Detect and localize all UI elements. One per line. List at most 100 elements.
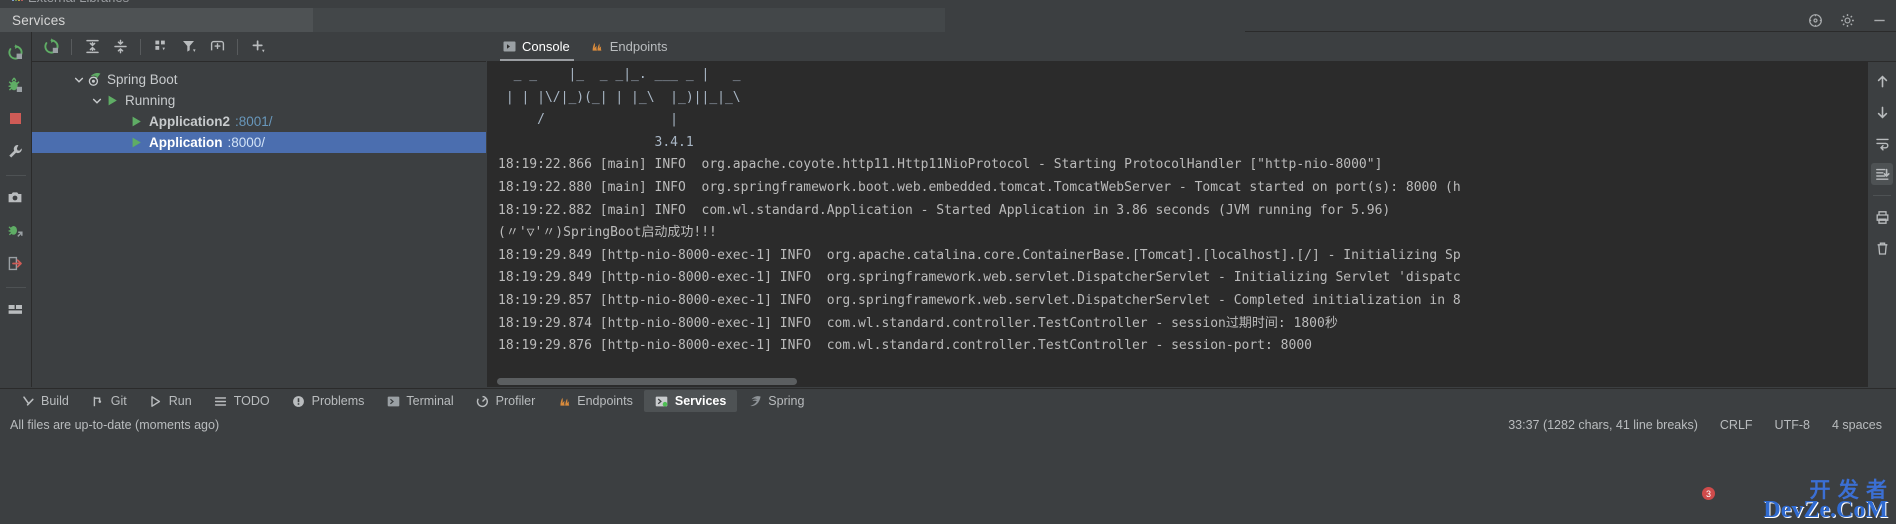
endpoints-icon xyxy=(590,40,604,54)
log-line: 18:19:29.876 [http-nio-8000-exec-1] INFO… xyxy=(498,338,1312,354)
tool-window-build[interactable]: Build xyxy=(10,390,80,412)
tool-window-label: Services xyxy=(674,394,727,408)
rail-divider xyxy=(5,175,26,176)
watermark: 开 发 者 DevZe.CoM 3 xyxy=(1702,474,1890,523)
gutter-divider xyxy=(1873,195,1891,196)
scroll-to-end-icon[interactable] xyxy=(1871,163,1893,185)
stop-icon[interactable] xyxy=(5,107,27,129)
scrollbar-thumb[interactable] xyxy=(497,378,797,385)
spring-banner-line: _ _ |_ _ _|_. ___ _ | _ xyxy=(498,67,749,82)
log-line: 18:19:22.880 [main] INFO org.springframe… xyxy=(498,179,1461,195)
tree-node-label: Spring Boot xyxy=(107,72,178,87)
tool-window-tab-services[interactable]: Services xyxy=(0,8,313,32)
settings-gear-icon[interactable] xyxy=(1838,11,1856,29)
filter-icon[interactable] xyxy=(176,35,202,59)
console-output[interactable]: _ _ |_ _ _|_. ___ _ | _ | | |\/|_)(_| | … xyxy=(487,62,1896,387)
tab-endpoints[interactable]: Endpoints xyxy=(584,32,682,61)
tool-window-endpoints[interactable]: Endpoints xyxy=(546,390,644,412)
tool-window-title: Services xyxy=(12,12,66,28)
tree-node-spring-boot[interactable]: Spring Boot xyxy=(32,69,486,90)
tree-node-application2[interactable]: Application2 :8001/ xyxy=(32,111,486,132)
tree-node-label: Application2 xyxy=(149,114,231,129)
tree-node-port-link[interactable]: :8000/ xyxy=(228,135,266,150)
tool-window-services[interactable]: Services xyxy=(643,390,738,412)
tool-window-label: Endpoints xyxy=(577,394,633,408)
tab-label: Endpoints xyxy=(609,39,668,54)
scroll-down-icon[interactable] xyxy=(1871,101,1893,123)
ide-window: External Libraries Services xyxy=(0,0,1896,524)
status-bar: All files are up-to-date (moments ago) 3… xyxy=(0,413,1896,437)
soft-wrap-icon[interactable] xyxy=(1871,132,1893,154)
tree-node-application[interactable]: Application :8000/ xyxy=(32,132,486,153)
header-filler-right xyxy=(945,8,1245,32)
console-horizontal-scrollbar[interactable] xyxy=(487,375,1868,387)
expand-all-icon[interactable] xyxy=(79,35,105,59)
rerun-icon[interactable] xyxy=(5,41,27,63)
group-by-icon[interactable] xyxy=(148,35,174,59)
layout-icon[interactable] xyxy=(5,298,27,320)
tool-window-todo[interactable]: TODO xyxy=(203,390,281,412)
tree-node-port-link[interactable]: :8001/ xyxy=(235,114,273,129)
run-green-icon xyxy=(128,135,144,151)
tool-window-terminal[interactable]: Terminal xyxy=(375,390,464,412)
tool-window-run[interactable]: Run xyxy=(138,390,203,412)
tool-window-spring[interactable]: Spring xyxy=(737,390,815,412)
tool-window-label: Problems xyxy=(311,394,365,408)
tool-window-git[interactable]: Git xyxy=(80,390,138,412)
watermark-line-1: 开 发 者 xyxy=(1809,478,1888,502)
run-actions-rail xyxy=(0,32,32,387)
header-filler-left xyxy=(313,8,945,32)
services-icon xyxy=(655,394,669,408)
camera-icon[interactable] xyxy=(5,186,27,208)
file-encoding[interactable]: UTF-8 xyxy=(1775,418,1810,432)
add-tab-icon[interactable] xyxy=(204,35,230,59)
tool-window-bar: Build Git Run TODO Problems Terminal Pro… xyxy=(0,388,1896,413)
line-separator[interactable]: CRLF xyxy=(1720,418,1753,432)
help-icon[interactable] xyxy=(1806,11,1824,29)
tree-node-label: Running xyxy=(125,93,176,108)
editor-top-strip: External Libraries xyxy=(0,0,1896,8)
attach-debugger-icon[interactable] xyxy=(5,219,27,241)
run-green-icon xyxy=(104,93,120,109)
problems-warning-icon xyxy=(292,394,306,408)
clear-all-icon[interactable] xyxy=(1871,237,1893,259)
indent-width[interactable]: 4 spaces xyxy=(1832,418,1882,432)
log-line: 18:19:22.866 [main] INFO org.apache.coyo… xyxy=(498,157,1383,173)
log-line: 18:19:29.849 [http-nio-8000-exec-1] INFO… xyxy=(498,270,1461,286)
log-line: (〃'▽'〃)SpringBoot启动成功!!! xyxy=(498,225,717,241)
tool-window-label: Build xyxy=(41,394,69,408)
tree-node-label: Application xyxy=(149,135,223,150)
build-hammer-icon xyxy=(21,394,35,408)
chevron-down-icon[interactable] xyxy=(90,94,104,108)
tab-label: Console xyxy=(522,39,570,54)
collapse-all-icon[interactable] xyxy=(107,35,133,59)
scroll-up-icon[interactable] xyxy=(1871,70,1893,92)
endpoints-icon xyxy=(557,394,571,408)
toolbar-sep-2 xyxy=(140,38,141,55)
console-icon xyxy=(502,40,516,54)
tab-console[interactable]: Console xyxy=(496,32,584,61)
debug-icon[interactable] xyxy=(5,74,27,96)
log-line: 18:19:29.849 [http-nio-8000-exec-1] INFO… xyxy=(498,247,1461,263)
spring-banner-line: / | xyxy=(498,112,749,128)
spring-version-line: 3.4.1 xyxy=(498,134,749,150)
services-toolbar xyxy=(32,32,486,62)
tool-window-profiler[interactable]: Profiler xyxy=(465,390,547,412)
tool-window-label: Profiler xyxy=(495,394,536,408)
print-icon[interactable] xyxy=(1871,206,1893,228)
tool-window-label: TODO xyxy=(233,394,270,408)
run-green-icon xyxy=(128,114,144,130)
library-icon xyxy=(12,0,23,1)
tool-window-actions xyxy=(1806,8,1888,32)
tree-node-running[interactable]: Running xyxy=(32,90,486,111)
settings-wrench-icon[interactable] xyxy=(5,140,27,162)
rerun-service-icon[interactable] xyxy=(38,35,64,59)
run-triangle-icon xyxy=(149,394,163,408)
tool-window-label: Run xyxy=(168,394,192,408)
add-icon[interactable] xyxy=(245,35,271,59)
tool-window-problems[interactable]: Problems xyxy=(281,390,376,412)
hide-icon[interactable] xyxy=(1870,11,1888,29)
caret-position[interactable]: 33:37 (1282 chars, 41 line breaks) xyxy=(1508,418,1698,432)
exit-icon[interactable] xyxy=(5,252,27,274)
chevron-down-icon[interactable] xyxy=(72,73,86,87)
